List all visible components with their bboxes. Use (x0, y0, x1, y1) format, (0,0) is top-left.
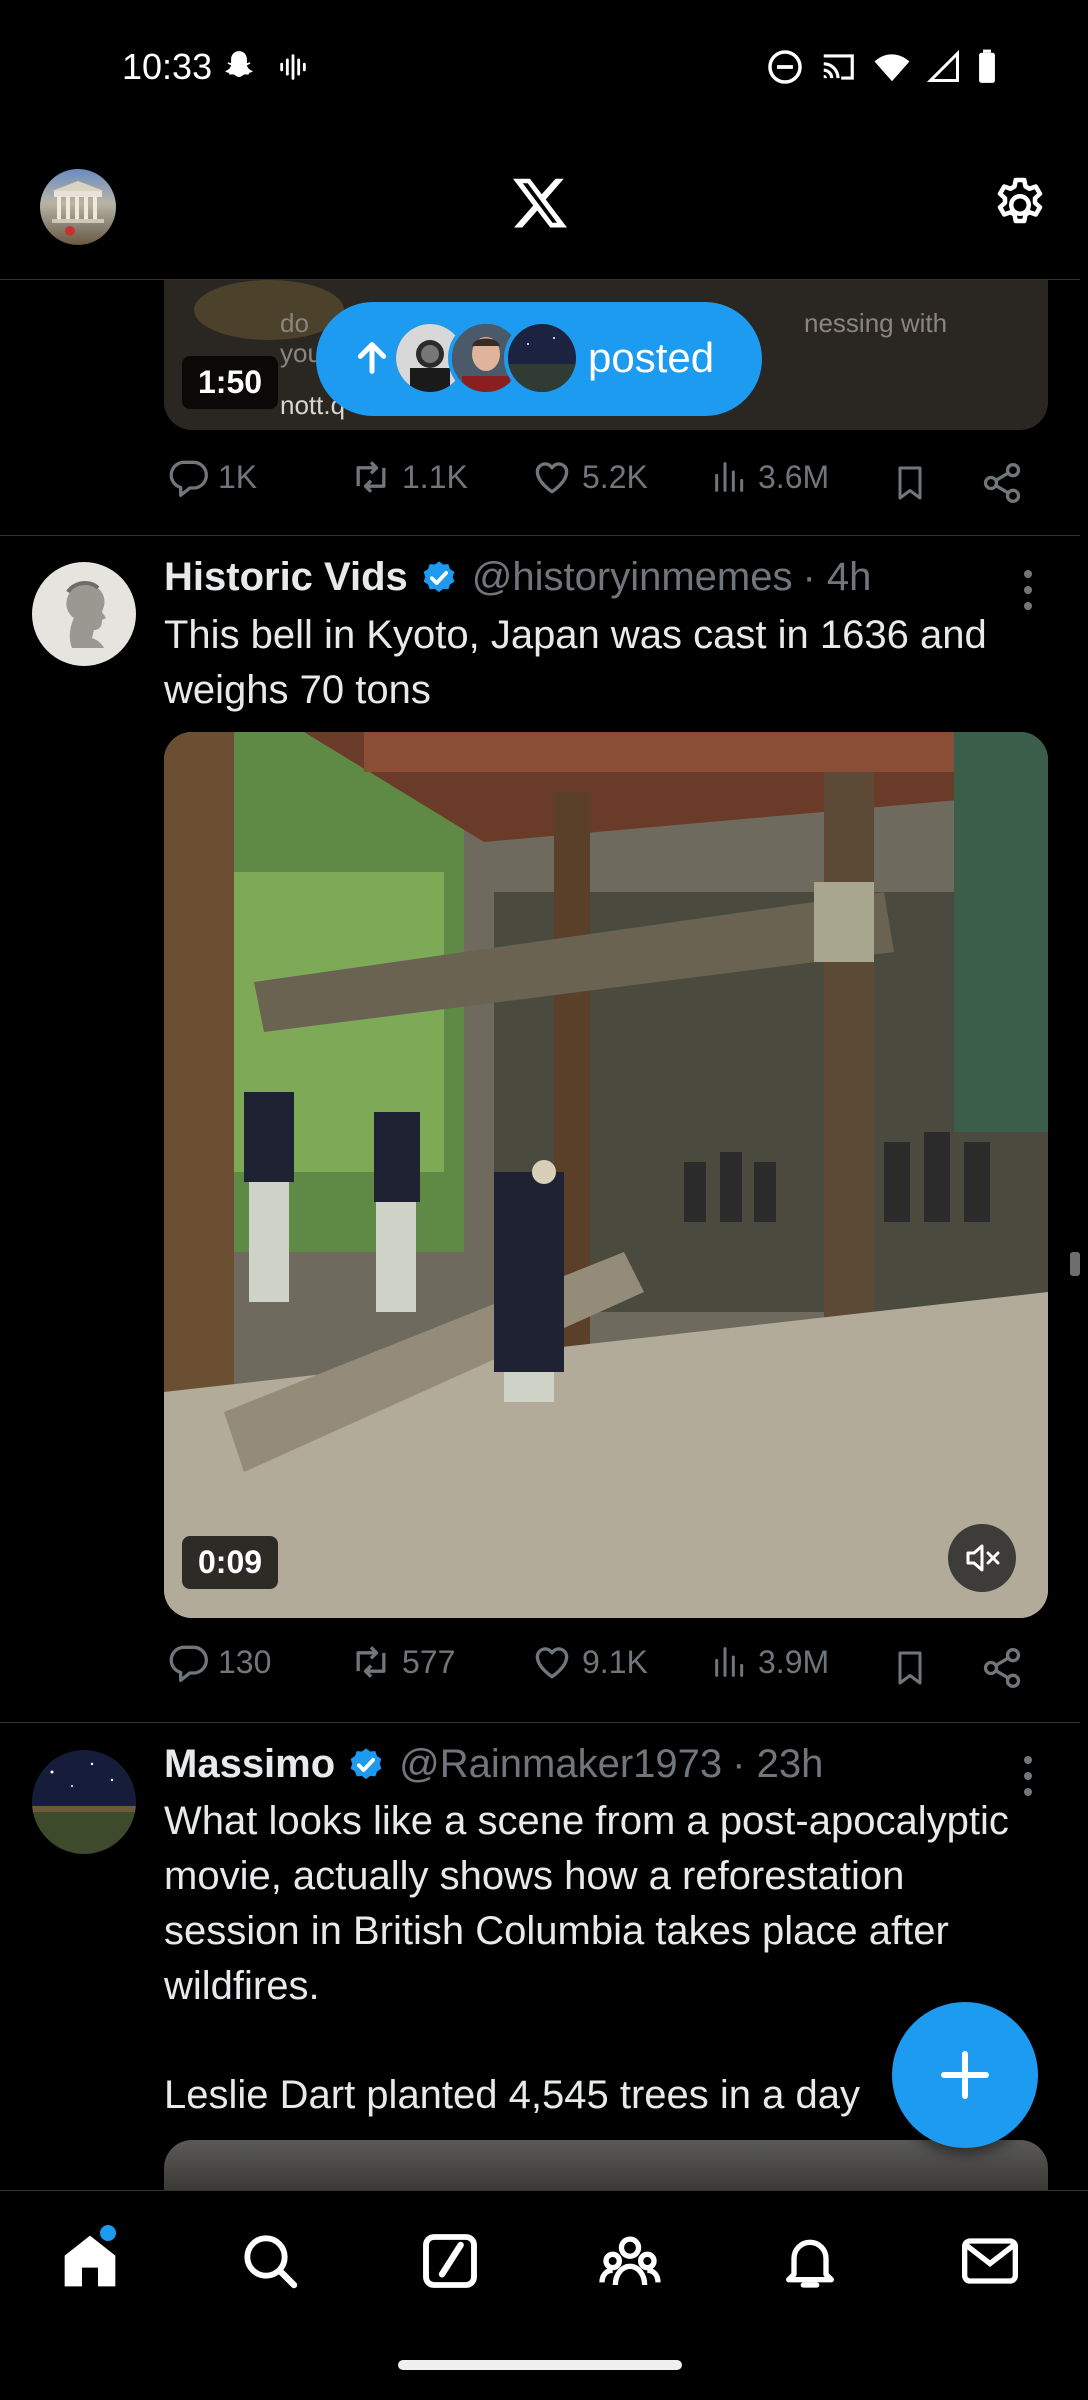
views-button[interactable]: 3.9M (710, 1640, 829, 1684)
post-time: · 4h (802, 555, 872, 599)
tweet-avatar[interactable] (32, 1750, 136, 1854)
messages-icon[interactable] (958, 2229, 1022, 2293)
view-count: 3.9M (758, 1643, 830, 1680)
tweet-avatar[interactable] (32, 562, 136, 666)
views-icon (715, 462, 744, 492)
views-button[interactable]: 3.6M (710, 455, 829, 499)
bookmark-icon[interactable] (890, 1646, 930, 1690)
heart-icon (535, 1647, 569, 1679)
view-count: 3.6M (758, 458, 830, 495)
voice-waveform-icon (280, 54, 306, 80)
repost-count: 577 (402, 1643, 456, 1680)
like-count: 5.2K (582, 458, 648, 495)
cast-icon (823, 54, 854, 80)
tweet-text: This bell in Kyoto, Japan was cast in 16… (164, 613, 987, 712)
author-handle[interactable]: @historyinmemes (472, 555, 793, 600)
new-posts-pill[interactable]: posted (316, 302, 762, 416)
overlay-text: do (280, 308, 309, 338)
tweet-divider (0, 535, 1080, 536)
compose-button[interactable] (892, 2002, 1038, 2148)
reply-icon (169, 1645, 208, 1682)
author-name[interactable]: Massimo (164, 1742, 335, 1787)
repost-button[interactable]: 577 (348, 1640, 455, 1684)
reply-count: 130 (218, 1643, 272, 1680)
repost-icon (356, 461, 386, 493)
top-app-bar (0, 135, 1088, 280)
verified-badge-icon (423, 560, 455, 592)
share-icon[interactable] (980, 461, 1024, 505)
status-time: 10:33 (122, 46, 213, 87)
heart-icon (535, 462, 569, 494)
overlay-text: nessing with (804, 308, 948, 338)
repost-icon (356, 1646, 386, 1678)
status-bar: 10:33 (0, 0, 1088, 135)
search-icon[interactable] (238, 2229, 302, 2293)
tweet-divider (0, 1722, 1080, 1723)
tweet-header: Historic Vids @historyinmemes · 4h (164, 555, 871, 600)
wifi-icon (874, 54, 910, 82)
like-button[interactable]: 5.2K (530, 455, 648, 499)
scrollbar[interactable] (1070, 1252, 1080, 1276)
mute-button[interactable] (948, 1524, 1016, 1592)
avatar (504, 320, 580, 396)
volume-muted-icon (966, 1544, 1000, 1572)
tweet-header: Massimo @Rainmaker1973 · 23h (164, 1742, 823, 1787)
notifications-icon[interactable] (778, 2229, 842, 2293)
bookmark-icon[interactable] (890, 461, 930, 505)
author-name[interactable]: Historic Vids (164, 555, 408, 600)
home-indicator[interactable] (398, 2360, 682, 2370)
profile-avatar[interactable] (40, 169, 116, 245)
verified-badge-icon (350, 1747, 382, 1779)
do-not-disturb-icon (768, 50, 802, 84)
tweet-actions: 130 577 9.1K 3.9M (164, 1640, 1044, 1700)
plus-icon (941, 2051, 989, 2099)
reply-button[interactable]: 130 (166, 1640, 271, 1684)
grok-icon[interactable] (418, 2229, 482, 2293)
battery-icon (979, 49, 995, 83)
repost-button[interactable]: 1.1K (348, 455, 468, 499)
settings-icon[interactable] (990, 175, 1050, 235)
communities-icon[interactable] (598, 2229, 662, 2293)
like-button[interactable]: 9.1K (530, 1640, 648, 1684)
reply-icon (169, 460, 208, 497)
tweet-text: What looks like a scene from a post-apoc… (164, 1799, 1009, 2008)
share-icon[interactable] (980, 1646, 1024, 1690)
x-logo-icon[interactable] (510, 173, 570, 233)
like-count: 9.1K (582, 1643, 648, 1680)
views-icon (715, 1647, 744, 1677)
snapchat-icon (225, 51, 253, 77)
posted-label: posted (588, 334, 715, 381)
reply-count: 1K (218, 458, 258, 495)
tweet-actions: 1K 1.1K 5.2K 3.6M (164, 455, 1044, 515)
video-player[interactable]: 0:09 (164, 732, 1048, 1618)
author-handle[interactable]: @Rainmaker1973 (399, 1742, 722, 1787)
post-time: · 23h (732, 1742, 824, 1786)
video-duration: 1:50 (182, 356, 279, 409)
video-duration: 0:09 (182, 1536, 279, 1589)
repost-count: 1.1K (402, 458, 468, 495)
signal-icon (926, 49, 959, 82)
notification-dot (100, 2225, 116, 2241)
reply-button[interactable]: 1K (166, 455, 257, 499)
arrow-up-icon (357, 342, 387, 374)
